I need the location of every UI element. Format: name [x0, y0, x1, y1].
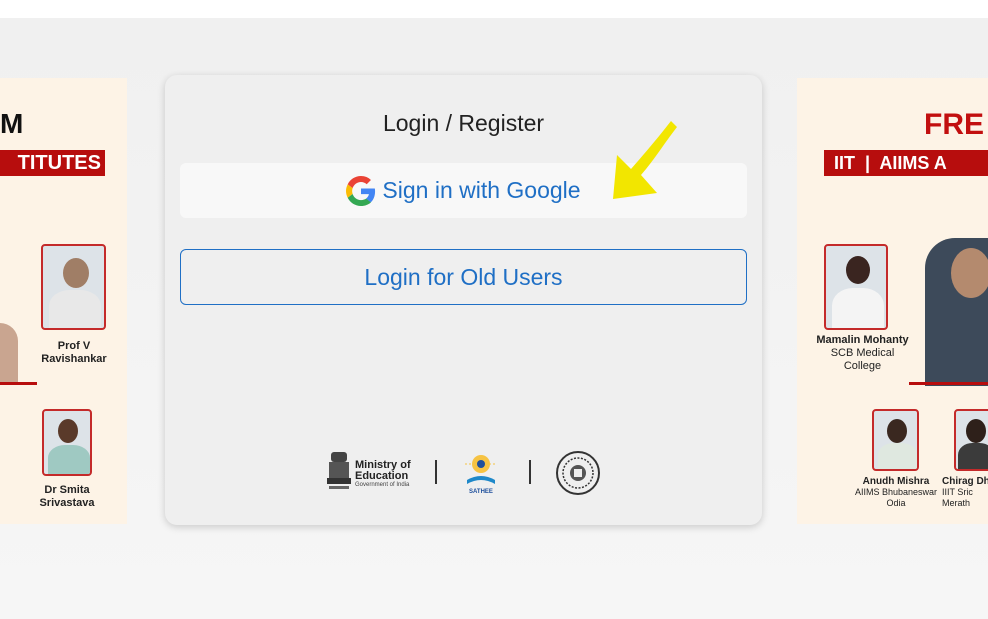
logo-separator	[529, 460, 531, 484]
arrow-annotation-icon	[613, 121, 677, 199]
banner-right-strip: IIT | AIIMS A	[824, 150, 988, 176]
portrait-mamalin-mohanty	[824, 244, 888, 330]
divider-line	[0, 382, 37, 385]
sathee-logo-icon: SATHEE	[465, 455, 497, 495]
banner-right-heading: FRE	[924, 108, 984, 141]
partial-portrait	[0, 323, 18, 383]
moe-text: Ministry of Education	[355, 459, 411, 482]
caption-chirag: Chirag Dh IIIT Sric Merath	[942, 476, 988, 508]
banner-left-heading: M	[0, 108, 24, 139]
left-promo-banner[interactable]: M TITUTES Prof V Ravishankar Dr Smita Sriv…	[0, 78, 127, 524]
right-promo-banner[interactable]: FRE IIT | AIIMS A Mamalin Mohanty SCB Med…	[797, 78, 988, 524]
moe-subtext: Government of India	[355, 482, 410, 488]
moe-emblem-icon	[327, 452, 351, 489]
portrait-anudh-mishra	[872, 409, 919, 471]
portrait-chirag	[954, 409, 988, 471]
login-card: Login / Register Sign in with Google Log…	[165, 75, 762, 525]
portrait-prof-v-ravishankar	[41, 244, 106, 330]
divider-line-right	[909, 382, 988, 385]
partner-logos: Ministry of Education Government of India…	[325, 450, 605, 500]
google-g-icon	[346, 175, 376, 206]
partial-portrait-right	[925, 238, 988, 386]
google-sign-in-label: Sign in with Google	[382, 177, 581, 203]
caption-anudh-mishra: Anudh Mishra AIIMS Bhubaneswar Odia	[854, 476, 938, 508]
banner-left-strip: TITUTES	[0, 150, 105, 176]
caption-dr-smita-srivastava: Dr Smita Srivastava	[39, 484, 95, 509]
login-old-users-button[interactable]: Login for Old Users	[180, 249, 747, 305]
portrait-dr-smita-srivastava	[42, 409, 92, 476]
iitk-seal-icon	[556, 451, 600, 495]
logo-separator	[435, 460, 437, 484]
caption-prof-v-ravishankar: Prof V Ravishankar	[41, 340, 107, 365]
top-bar	[0, 0, 988, 18]
caption-mamalin-mohanty: Mamalin Mohanty SCB Medical College	[816, 334, 909, 372]
svg-text:SATHEE: SATHEE	[469, 489, 493, 495]
